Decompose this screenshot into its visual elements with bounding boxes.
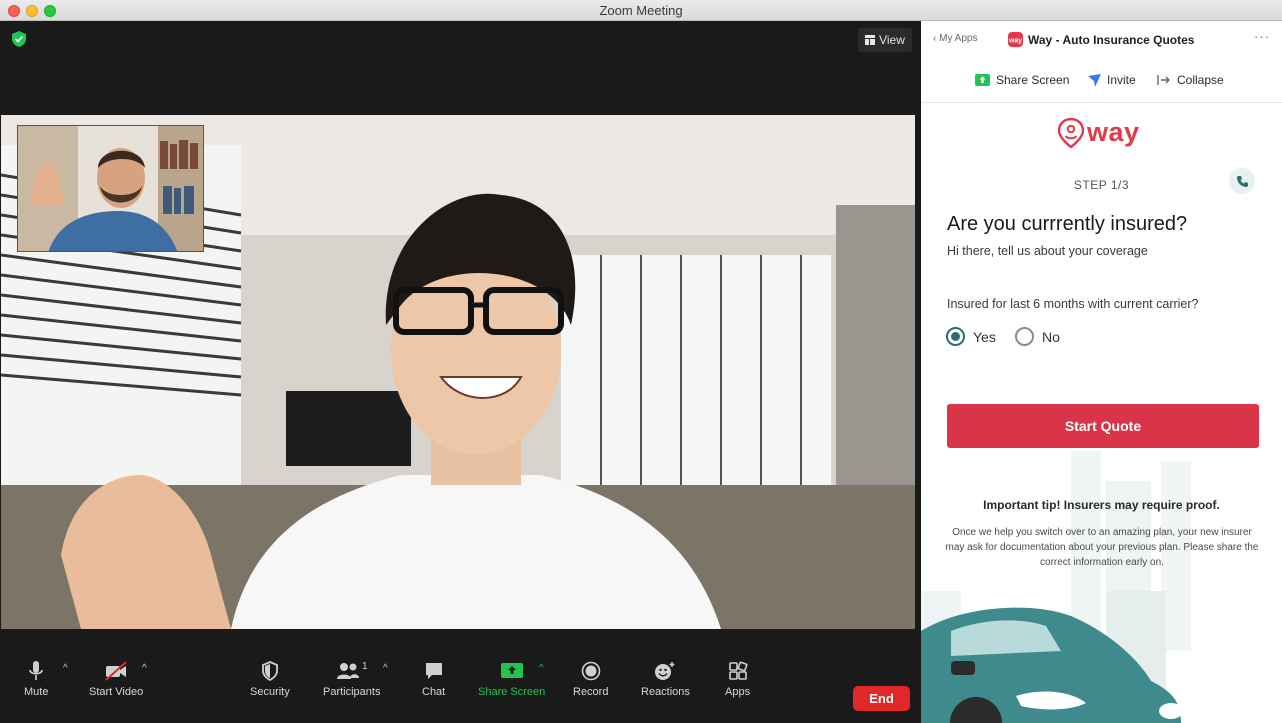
back-to-my-apps-link[interactable]: ‹ My Apps: [933, 33, 977, 44]
reactions-label: Reactions: [641, 686, 690, 698]
meeting-toolbar: Mute ^ Start Video ^ Security 1 Particip…: [0, 653, 920, 723]
tip-body: Once we help you switch over to an amazi…: [945, 527, 1259, 568]
window-titlebar: Zoom Meeting: [0, 0, 1282, 21]
radio-no-label: No: [1042, 328, 1060, 345]
brand-wordmark: way: [1087, 117, 1140, 147]
view-button[interactable]: View: [858, 28, 912, 52]
start-quote-button[interactable]: Start Quote: [947, 404, 1259, 448]
share-screen-icon: [500, 663, 523, 678]
chat-icon: [425, 663, 442, 679]
panel-share-screen-label: Share Screen: [996, 73, 1070, 87]
panel-header: ‹ My Apps way Way - Auto Insurance Quote…: [921, 21, 1282, 103]
apps-side-panel: ‹ My Apps way Way - Auto Insurance Quote…: [921, 21, 1282, 723]
view-label: View: [879, 33, 905, 47]
reactions-icon: [655, 662, 675, 680]
share-options-caret-icon[interactable]: ^: [539, 663, 544, 674]
chat-button[interactable]: Chat: [422, 661, 445, 698]
tip-title: Important tip! Insurers may require proo…: [983, 498, 1220, 512]
window-title: Zoom Meeting: [599, 3, 683, 18]
radio-yes[interactable]: [946, 327, 965, 346]
participants-options-caret-icon[interactable]: ^: [383, 663, 388, 674]
end-meeting-button[interactable]: End: [853, 686, 910, 711]
share-screen-button[interactable]: Share Screen: [478, 661, 545, 698]
apps-icon: [728, 661, 748, 680]
panel-collapse-label: Collapse: [1177, 73, 1224, 87]
meeting-area: View: [0, 21, 920, 723]
collapse-arrow-icon: [1157, 75, 1170, 85]
apps-button[interactable]: Apps: [725, 661, 750, 698]
location-pin-icon: [1058, 117, 1084, 148]
thumbnail-video-frame: [18, 126, 203, 251]
record-label: Record: [573, 686, 609, 698]
reactions-button[interactable]: Reactions: [641, 661, 690, 698]
way-app-logo-icon: way: [1008, 32, 1023, 47]
invite-icon: [1088, 73, 1101, 87]
radio-yes-label: Yes: [973, 328, 996, 345]
security-shield-icon: [261, 661, 278, 681]
call-button[interactable]: [1229, 168, 1255, 194]
way-brand-logo: way: [1058, 117, 1140, 148]
panel-collapse-button[interactable]: Collapse: [1157, 73, 1224, 87]
step-indicator: STEP 1/3: [1073, 178, 1130, 192]
panel-invite-button[interactable]: Invite: [1088, 73, 1136, 87]
participants-button[interactable]: 1 Participants: [323, 661, 380, 698]
radio-option-yes[interactable]: Yes: [946, 327, 996, 346]
radio-option-no[interactable]: No: [1015, 327, 1060, 346]
phone-icon: [1236, 175, 1248, 187]
apps-label: Apps: [725, 686, 751, 698]
panel-invite-label: Invite: [1107, 73, 1136, 87]
panel-share-screen-button[interactable]: Share Screen: [975, 73, 1069, 87]
start-video-button[interactable]: Start Video: [89, 661, 143, 698]
microphone-icon: [29, 661, 44, 680]
participant-count: 1: [361, 661, 368, 672]
participant-thumbnail-video[interactable]: [17, 125, 204, 252]
participants-label: Participants: [323, 686, 381, 698]
more-options-icon[interactable]: ···: [1254, 29, 1270, 44]
share-screen-icon: [975, 74, 990, 86]
app-title: Way - Auto Insurance Quotes: [1028, 33, 1195, 47]
record-button[interactable]: Record: [573, 661, 608, 698]
car-city-illustration: [921, 451, 1191, 723]
chat-label: Chat: [422, 686, 446, 698]
share-screen-label: Share Screen: [478, 686, 546, 698]
insured-question-label: Insured for last 6 months with current c…: [947, 297, 1199, 311]
security-label: Security: [250, 686, 290, 698]
participants-icon: [336, 663, 359, 679]
video-options-caret-icon[interactable]: ^: [142, 663, 147, 674]
start-video-label: Start Video: [89, 686, 144, 698]
audio-options-caret-icon[interactable]: ^: [63, 663, 68, 674]
svg-text:way: way: [1008, 38, 1022, 45]
question-title: Are you currrently insured?: [947, 213, 1188, 235]
video-off-icon: [105, 661, 127, 681]
mute-button[interactable]: Mute: [24, 661, 48, 698]
question-subtitle: Hi there, tell us about your coverage: [947, 244, 1148, 258]
my-apps-label: My Apps: [939, 33, 978, 44]
record-icon: [581, 661, 601, 681]
grid-view-icon: [865, 35, 876, 45]
encryption-shield-icon[interactable]: [10, 30, 28, 48]
mute-label: Mute: [24, 686, 49, 698]
radio-no[interactable]: [1015, 327, 1034, 346]
security-button[interactable]: Security: [250, 661, 290, 698]
